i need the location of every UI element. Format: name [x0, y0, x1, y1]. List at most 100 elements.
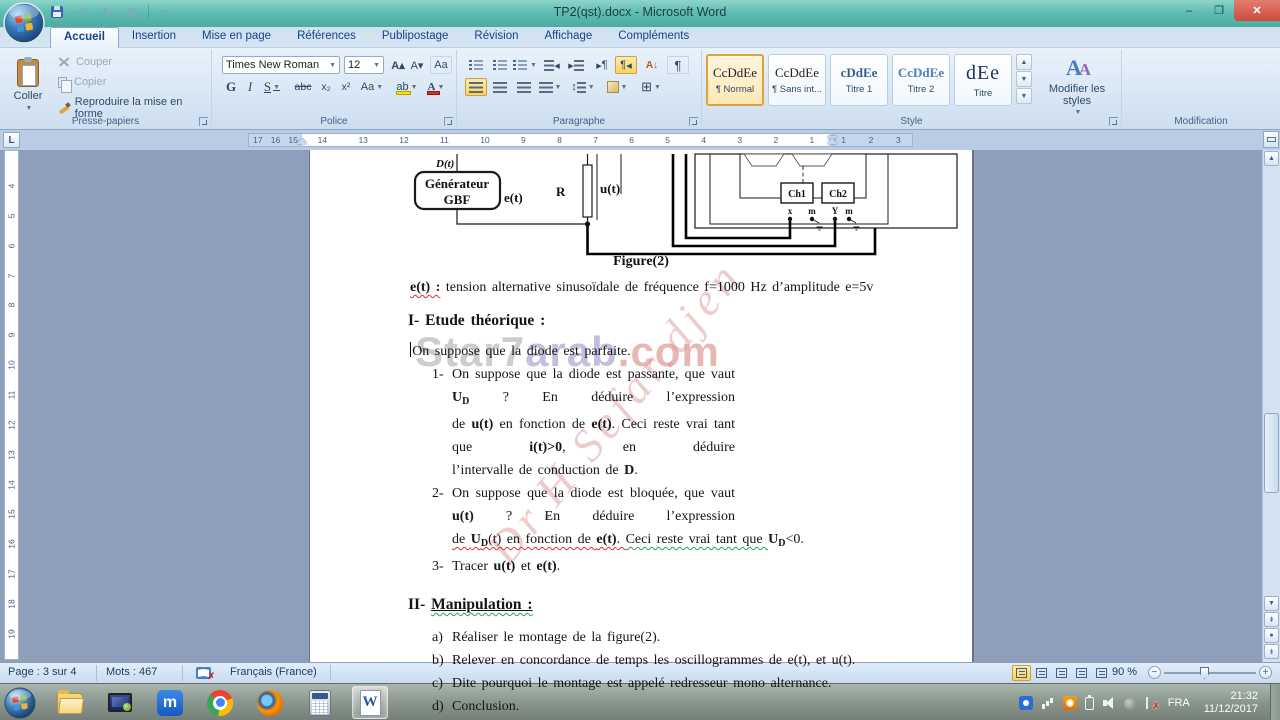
- restore-button[interactable]: ❐: [1204, 0, 1234, 21]
- copy-button[interactable]: Copier: [58, 76, 106, 93]
- justify-button[interactable]: ▼: [537, 78, 563, 96]
- previous-page-button[interactable]: ⇞: [1264, 612, 1279, 627]
- language-indicator[interactable]: Français (France): [230, 666, 317, 678]
- clipboard-dialog-launcher[interactable]: [199, 117, 208, 126]
- superscript-button[interactable]: x²: [336, 78, 356, 96]
- tab-affichage[interactable]: Affichage: [532, 27, 606, 48]
- next-page-button[interactable]: ⇟: [1264, 644, 1279, 659]
- print-layout-view-button[interactable]: [1012, 665, 1031, 681]
- scroll-down-button[interactable]: ▼: [1264, 596, 1279, 611]
- zoom-out-button[interactable]: −: [1148, 666, 1161, 679]
- clock[interactable]: 21:32 11/12/2017: [1204, 690, 1258, 716]
- full-screen-reading-view-button[interactable]: [1032, 665, 1051, 681]
- outline-view-button[interactable]: [1072, 665, 1091, 681]
- chrome-taskbar-button[interactable]: [202, 686, 238, 719]
- borders-button[interactable]: ⊞ ▼: [637, 78, 665, 96]
- style-normal[interactable]: CcDdEe ¶ Normal: [706, 54, 764, 106]
- align-right-button[interactable]: [513, 78, 535, 96]
- display-icon[interactable]: [1123, 697, 1136, 710]
- underline-button[interactable]: S ▼: [260, 78, 284, 96]
- right-to-left-button[interactable]: ¶ ◂: [615, 56, 637, 74]
- zoom-slider-thumb[interactable]: [1200, 667, 1209, 679]
- multilevel-list-button[interactable]: ▼: [513, 56, 537, 74]
- tab-complements[interactable]: Compléments: [605, 27, 702, 48]
- bold-button[interactable]: G: [222, 78, 240, 96]
- style-titre[interactable]: dEe Titre: [954, 54, 1012, 106]
- tab-revision[interactable]: Révision: [461, 27, 531, 48]
- browse-object-button[interactable]: ●: [1264, 628, 1279, 643]
- styles-dialog-launcher[interactable]: [1109, 117, 1118, 126]
- document-page[interactable]: Générateur GBF e(t) R u(t) D(t) Ch1 Ch2 …: [310, 150, 972, 714]
- sort-button[interactable]: A↓: [641, 56, 663, 74]
- font-color-button[interactable]: A ▼: [424, 78, 448, 96]
- font-dialog-launcher[interactable]: [444, 117, 453, 126]
- horizontal-ruler[interactable]: 17 16 15 14 13 12 11 10 9 8 7 6 5 4 3 2 1 123: [248, 133, 913, 147]
- zoom-level[interactable]: 90 %: [1112, 666, 1137, 678]
- numbering-button[interactable]: [489, 56, 511, 74]
- grow-font-button[interactable]: A▴: [388, 56, 408, 74]
- tab-accueil[interactable]: Accueil: [50, 27, 119, 48]
- style-titre-2[interactable]: CcDdEe Titre 2: [892, 54, 950, 106]
- highlight-button[interactable]: ab ▼: [394, 78, 420, 96]
- align-left-button[interactable]: [465, 78, 487, 96]
- power-icon[interactable]: [1084, 694, 1094, 710]
- font-name-combobox[interactable]: Times New Roman ▼: [222, 56, 340, 74]
- explorer-taskbar-button[interactable]: [52, 686, 88, 719]
- vertical-ruler[interactable]: 4 5 6 7 8 9 10 11 12 13 14 15 16 17 18 19: [4, 150, 19, 660]
- ruler-toggle-button[interactable]: [1263, 131, 1279, 148]
- close-button[interactable]: ✕: [1234, 0, 1280, 21]
- tab-mise-en-page[interactable]: Mise en page: [189, 27, 284, 48]
- line-spacing-button[interactable]: ↕ ▼: [569, 78, 597, 96]
- scroll-up-button[interactable]: ▲: [1264, 151, 1279, 166]
- right-indent-marker[interactable]: [297, 138, 307, 144]
- proofing-status-icon[interactable]: [196, 667, 215, 682]
- language-bar[interactable]: FRA: [1168, 697, 1190, 709]
- paragraph-dialog-launcher[interactable]: [689, 117, 698, 126]
- remote-desktop-taskbar-button[interactable]: [102, 686, 138, 719]
- zoom-in-button[interactable]: +: [1259, 666, 1272, 679]
- scrollbar-thumb[interactable]: [1264, 413, 1279, 493]
- updates-icon[interactable]: [1018, 695, 1033, 710]
- scheduler-icon[interactable]: [1062, 695, 1077, 710]
- hanging-indent-marker[interactable]: [827, 138, 837, 144]
- paste-button[interactable]: Coller ▼: [6, 54, 50, 116]
- maxthon-taskbar-button[interactable]: m: [152, 686, 188, 719]
- gallery-scroll-down-button[interactable]: ▼: [1016, 71, 1032, 87]
- gallery-scroll-up-button[interactable]: ▲: [1016, 54, 1032, 70]
- change-case-button[interactable]: Aa ▼: [358, 78, 386, 96]
- strikethrough-button[interactable]: abc: [290, 78, 316, 96]
- action-center-flag-icon[interactable]: [1144, 696, 1160, 712]
- left-to-right-button[interactable]: ▸ ¶: [591, 56, 613, 74]
- bullets-button[interactable]: [465, 56, 487, 74]
- shrink-font-button[interactable]: A▾: [408, 56, 426, 74]
- vertical-scrollbar[interactable]: ▲ ▼ ⇞ ● ⇟: [1262, 150, 1280, 662]
- tab-references[interactable]: Références: [284, 27, 369, 48]
- subscript-button[interactable]: x₂: [316, 78, 336, 96]
- office-button[interactable]: [3, 2, 45, 44]
- draft-view-button[interactable]: [1092, 665, 1111, 681]
- start-taskbar-button[interactable]: [2, 686, 38, 719]
- italic-button[interactable]: I: [242, 78, 258, 96]
- tab-publipostage[interactable]: Publipostage: [369, 27, 462, 48]
- gallery-more-button[interactable]: ▼: [1016, 88, 1032, 104]
- shading-button[interactable]: ▼: [603, 78, 631, 96]
- clear-formatting-button[interactable]: Aa: [430, 56, 452, 74]
- align-center-button[interactable]: [489, 78, 511, 96]
- change-styles-button[interactable]: AA Modifier les styles ▼: [1038, 54, 1116, 116]
- cut-button[interactable]: Couper: [58, 56, 112, 68]
- firefox-taskbar-button[interactable]: [252, 686, 288, 719]
- zoom-slider-track[interactable]: [1164, 672, 1256, 674]
- show-desktop-button[interactable]: [1270, 684, 1280, 720]
- increase-indent-button[interactable]: ▸: [565, 56, 587, 74]
- network-signal-icon[interactable]: [1040, 695, 1055, 710]
- tab-insertion[interactable]: Insertion: [119, 27, 189, 48]
- page-indicator[interactable]: Page : 3 sur 4: [8, 666, 77, 678]
- word-count[interactable]: Mots : 467: [106, 666, 157, 678]
- web-layout-view-button[interactable]: [1052, 665, 1071, 681]
- font-size-combobox[interactable]: 12 ▼: [344, 56, 384, 74]
- minimize-button[interactable]: –: [1174, 0, 1204, 21]
- style-sans-int[interactable]: CcDdEe ¶ Sans int...: [768, 54, 826, 106]
- zoom-slider[interactable]: − +: [1148, 665, 1272, 681]
- volume-icon[interactable]: [1102, 696, 1116, 710]
- show-marks-button[interactable]: ¶: [667, 56, 689, 74]
